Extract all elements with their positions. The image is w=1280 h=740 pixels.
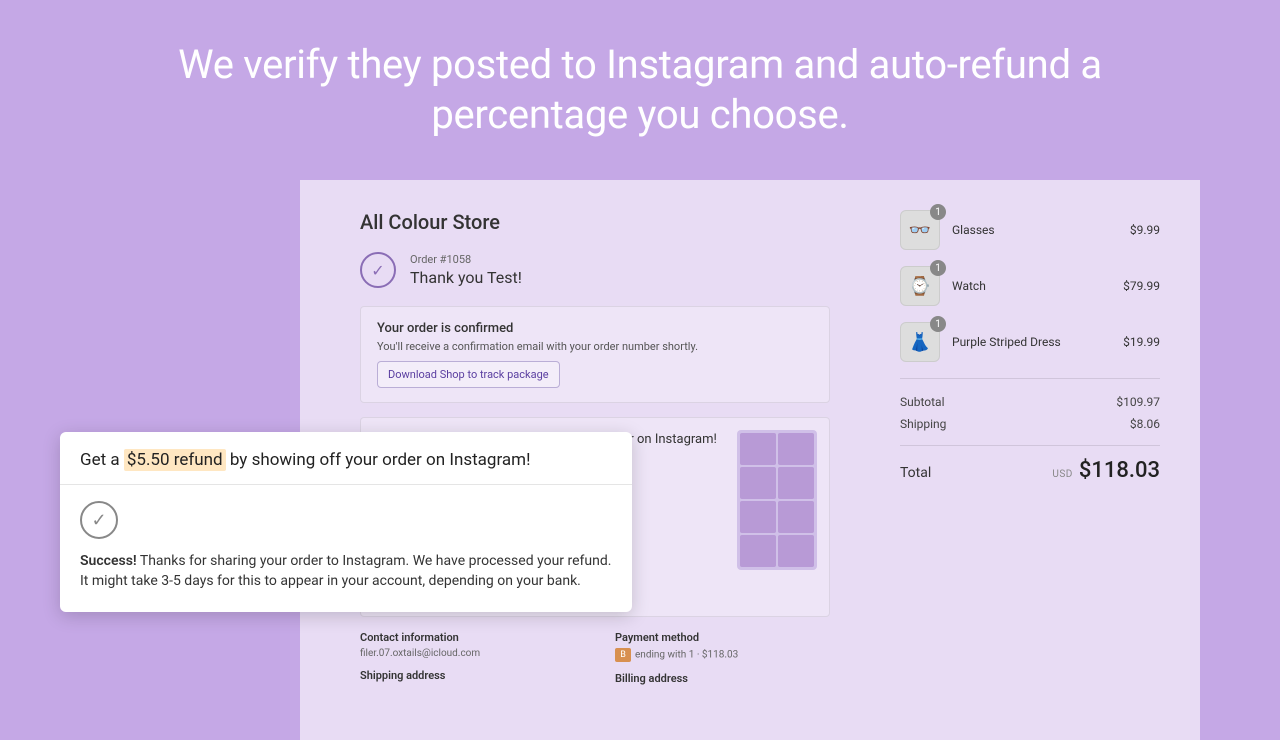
list-item: 👓1 Glasses $9.99 [900,210,1160,250]
list-item: 👗1 Purple Striped Dress $19.99 [900,322,1160,362]
store-name: All Colour Store [360,210,830,234]
success-check-icon: ✓ [80,501,118,539]
item-name: Purple Striped Dress [952,335,1111,349]
order-confirmed-card: Your order is confirmed You'll receive a… [360,306,830,403]
refund-success-popout: Get a $5.50 refund by showing off your o… [60,432,632,612]
order-info-row: Contact information filer.07.oxtails@icl… [360,631,830,689]
thank-you-message: Thank you Test! [410,268,522,287]
promo-product-grid [737,430,817,570]
thank-you-row: ✓ Order #1058 Thank you Test! [360,252,830,288]
billing-address-heading: Billing address [615,672,830,685]
popout-title: Get a $5.50 refund by showing off your o… [60,432,632,485]
confirm-body: You'll receive a confirmation email with… [377,340,813,353]
subtotal-value: $109.97 [1116,395,1160,409]
payment-method-value: Bending with 1 · $118.03 [615,648,830,662]
shipping-value: $8.06 [1130,417,1160,431]
list-item: ⌚1 Watch $79.99 [900,266,1160,306]
confirm-title: Your order is confirmed [377,321,813,336]
hero-headline: We verify they posted to Instagram and a… [0,0,1280,170]
subtotal-label: Subtotal [900,395,945,409]
item-name: Watch [952,279,1111,293]
qty-badge: 1 [930,204,946,220]
qty-badge: 1 [930,316,946,332]
qty-badge: 1 [930,260,946,276]
product-thumb: 👓1 [900,210,940,250]
card-brand-icon: B [615,648,631,662]
check-icon: ✓ [360,252,396,288]
refund-amount-highlight: $5.50 refund [124,449,226,471]
product-thumb: ⌚1 [900,266,940,306]
success-message: Success! Thanks for sharing your order t… [80,551,612,592]
item-price: $19.99 [1123,335,1160,349]
item-price: $9.99 [1130,223,1160,237]
contact-info-heading: Contact information [360,631,575,644]
shipping-address-heading: Shipping address [360,669,575,682]
order-summary: 👓1 Glasses $9.99 ⌚1 Watch $79.99 👗1 Purp… [860,180,1200,740]
shipping-label: Shipping [900,417,946,431]
total-value: $118.03 [1079,458,1160,483]
download-shop-button[interactable]: Download Shop to track package [377,361,560,388]
item-name: Glasses [952,223,1118,237]
total-label: Total [900,465,931,481]
order-number: Order #1058 [410,253,522,266]
item-price: $79.99 [1123,279,1160,293]
currency-code: USD [1052,469,1072,480]
contact-email: filer.07.oxtails@icloud.com [360,648,575,659]
payment-method-heading: Payment method [615,631,830,644]
product-thumb: 👗1 [900,322,940,362]
